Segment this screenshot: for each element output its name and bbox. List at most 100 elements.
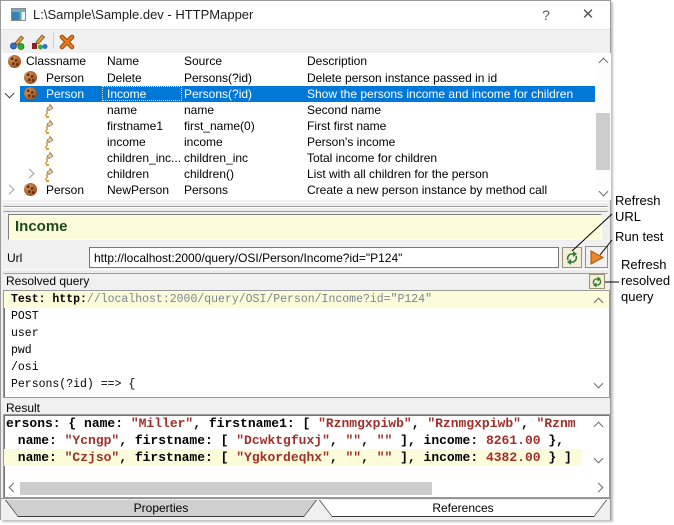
cell-name: children_inc... [107, 150, 181, 166]
cell-description: List with all children for the person [307, 166, 488, 182]
cell-description: Second name [307, 102, 381, 118]
table-row[interactable]: name name Second name [2, 102, 595, 118]
resolved-query-label: Resolved query [6, 274, 89, 288]
cell-source: name [184, 102, 214, 118]
annotation-refresh-resolved-query: Refresh resolved query [621, 257, 670, 305]
tab-strip: Properties References [1, 498, 610, 520]
mapping-tree-icon [31, 34, 48, 50]
column-header-classname[interactable]: Classname [26, 53, 86, 70]
new-mapping-button[interactable] [7, 32, 27, 51]
result-box: ersons: { name: "Miller", firstname1: [ … [3, 414, 610, 498]
app-window: L:\Sample\Sample.dev - HTTPMapper ? ✕ [0, 0, 611, 520]
result-line: ersons: { name: "Miller", firstname1: [ … [4, 415, 609, 432]
cell-source: Persons [184, 182, 228, 198]
cell-source: Persons(?id) [184, 86, 252, 102]
resolved-query-line: Test: http://localhost:2000/query/OSI/Pe… [4, 291, 609, 308]
class-icon [24, 183, 37, 196]
table-row[interactable]: children_inc... children_inc Total incom… [2, 150, 595, 166]
scroll-down-arrow-icon[interactable] [594, 454, 604, 464]
splitter-ridge[interactable] [3, 207, 608, 212]
cell-source: children_inc [184, 150, 248, 166]
column-header-source[interactable]: Source [184, 53, 222, 70]
cell-source: children() [184, 166, 234, 182]
refresh-resolved-query-button[interactable] [589, 274, 605, 289]
attribute-icon [42, 119, 54, 134]
collapse-chevron-icon[interactable] [5, 89, 15, 99]
table-row-selected[interactable]: Person Income Persons(?id) Show the pers… [2, 86, 595, 102]
title-bar: L:\Sample\Sample.dev - HTTPMapper ? ✕ [1, 1, 610, 30]
classname-header-icon [8, 55, 21, 68]
play-icon [589, 250, 605, 265]
class-icon [24, 71, 37, 84]
cell-name: name [107, 102, 137, 118]
resolved-query-line: /osi [4, 359, 609, 376]
scroll-right-arrow-icon[interactable] [594, 483, 604, 493]
expand-chevron-icon[interactable] [25, 169, 35, 179]
app-icon [11, 8, 26, 21]
new-mapping-icon [9, 34, 26, 50]
column-header-name[interactable]: Name [107, 53, 139, 70]
mapping-title: Income [15, 218, 68, 235]
mapping-title-box: Income [8, 214, 602, 240]
delete-x-icon [59, 34, 75, 50]
url-label: Url [7, 251, 22, 265]
cell-description: Delete person instance passed in id [307, 70, 497, 86]
cell-classname: Person [46, 182, 84, 198]
table-row[interactable]: firstname1 first_name(0) First first nam… [2, 118, 595, 134]
table-row[interactable]: Person NewPerson Persons Create a new pe… [2, 182, 595, 198]
cell-classname: Person [46, 86, 84, 102]
resolved-query-line: Persons(?id) ==> { [4, 376, 609, 393]
result-line: name: "Ycngp", firstname: [ "Dcwktgfuxj"… [4, 432, 609, 449]
expand-chevron-icon[interactable] [5, 185, 15, 195]
tab-references[interactable]: References [319, 500, 607, 517]
run-test-button[interactable] [585, 246, 608, 268]
attribute-icon [42, 135, 54, 150]
cell-description: Total income for children [307, 150, 437, 166]
table-row[interactable]: Person Delete Persons(?id) Delete person… [2, 70, 595, 86]
annotation-run-test: Run test [615, 229, 663, 245]
tab-label: Properties [6, 500, 316, 516]
attribute-icon [42, 151, 54, 166]
scrollbar-thumb[interactable] [596, 113, 610, 170]
close-button[interactable]: ✕ [573, 5, 603, 25]
column-header-description[interactable]: Description [307, 53, 367, 70]
cell-name: NewPerson [107, 182, 169, 198]
attribute-icon [42, 103, 54, 118]
url-input[interactable] [89, 247, 559, 268]
result-line: name: "Czjso", firstname: [ "Ygkordeqhx"… [4, 449, 582, 466]
table-row[interactable]: children children() List with all childr… [2, 166, 595, 182]
result-label: Result [6, 401, 40, 415]
refresh-icon [564, 250, 580, 266]
resolved-query-line: user [4, 325, 609, 342]
class-icon [24, 87, 37, 100]
scroll-down-arrow-icon[interactable] [599, 187, 609, 197]
hscrollbar-thumb[interactable] [20, 482, 432, 495]
cell-source: Persons(?id) [184, 70, 252, 86]
annotation-refresh-url: Refresh URL [615, 193, 661, 225]
cell-description: Show the persons income and income for c… [307, 86, 573, 102]
delete-mapping-button[interactable] [57, 32, 77, 51]
tab-properties[interactable]: Properties [5, 500, 317, 517]
cell-name: Delete [107, 70, 142, 86]
cell-description: Create a new person instance by method c… [307, 182, 547, 198]
toolbar [1, 30, 610, 53]
scroll-up-arrow-icon[interactable] [599, 58, 609, 68]
table-header: Classname Name Source Description [2, 53, 595, 70]
table-row[interactable]: income income Person's income [2, 134, 595, 150]
cell-name: firstname1 [107, 118, 163, 134]
cell-description: Person's income [307, 134, 395, 150]
resolved-query-line: pwd [4, 342, 609, 359]
help-button[interactable]: ? [531, 5, 561, 25]
resolved-query-line: POST [4, 308, 609, 325]
cell-name: Income [107, 86, 146, 102]
mapping-table: Classname Name Source Description Person… [2, 53, 595, 200]
cell-source: income [184, 134, 223, 150]
splitter-ridge[interactable] [3, 269, 608, 274]
table-scrollbar[interactable] [595, 53, 611, 200]
scroll-left-arrow-icon[interactable] [9, 483, 19, 493]
mapping-tree-button[interactable] [29, 32, 49, 51]
refresh-url-button[interactable] [562, 247, 582, 268]
cell-name: income [107, 134, 146, 150]
cell-classname: Person [46, 70, 84, 86]
cell-source: first_name(0) [184, 118, 255, 134]
